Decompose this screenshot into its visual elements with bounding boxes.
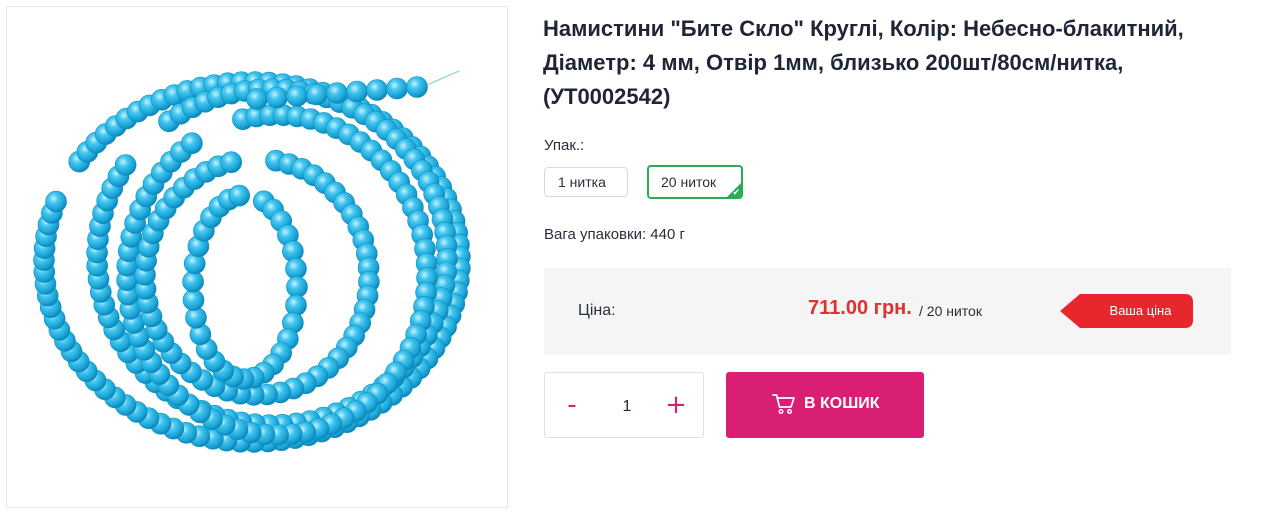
your-price-label: Ваша ціна (1109, 303, 1172, 318)
package-weight: Вага упаковки: 440 г (544, 226, 685, 243)
pack-option-label: 20 ниток (661, 174, 717, 190)
bead-shape (220, 151, 242, 173)
quantity-decrease-button[interactable]: - (557, 389, 587, 423)
add-to-cart-label: В КОШИК (804, 395, 880, 412)
bead-shape (286, 85, 308, 107)
pack-option-20-strings[interactable]: 20 ниток ✔ (647, 165, 743, 199)
quantity-stepper: - + (544, 372, 704, 438)
product-title: Намистини "Бите Скло" Круглі, Колір: Неб… (543, 16, 1184, 109)
bead-shape (366, 79, 388, 101)
check-icon: ✔ (732, 188, 740, 198)
price-panel: Ціна: 711.00 грн. / 20 ниток Ваша ціна (544, 268, 1231, 355)
bead-shape (181, 132, 203, 154)
bead-shape (306, 83, 328, 106)
glass-beads-strand-image (33, 70, 471, 453)
bead-shape (45, 190, 67, 213)
cart-icon (772, 394, 795, 415)
product-image[interactable] (6, 6, 508, 508)
thread-end (426, 70, 460, 86)
quantity-increase-button[interactable]: + (661, 389, 691, 423)
bead-shape (228, 184, 250, 207)
your-price-badge: Ваша ціна (1060, 294, 1193, 328)
bead-shape (114, 154, 137, 176)
bead-shape (386, 77, 408, 100)
quantity-input[interactable] (597, 393, 657, 421)
bead-shape (406, 76, 428, 98)
price-value: 711.00 грн. (808, 297, 912, 319)
bead-shape (346, 80, 368, 103)
bead-shape (286, 276, 308, 298)
bead-shape (285, 257, 307, 280)
bead-shape (326, 82, 348, 104)
packaging-label: Упак.: (544, 137, 585, 154)
bead-shape (266, 86, 288, 109)
pack-option-1-string[interactable]: 1 нитка (544, 167, 628, 197)
bead-shape (182, 289, 205, 311)
price-unit: / 20 ниток (919, 303, 982, 319)
bead-shape (246, 88, 268, 110)
add-to-cart-button[interactable]: В КОШИК (726, 372, 924, 438)
price-label: Ціна: (578, 302, 616, 319)
bead-shape (182, 270, 204, 293)
